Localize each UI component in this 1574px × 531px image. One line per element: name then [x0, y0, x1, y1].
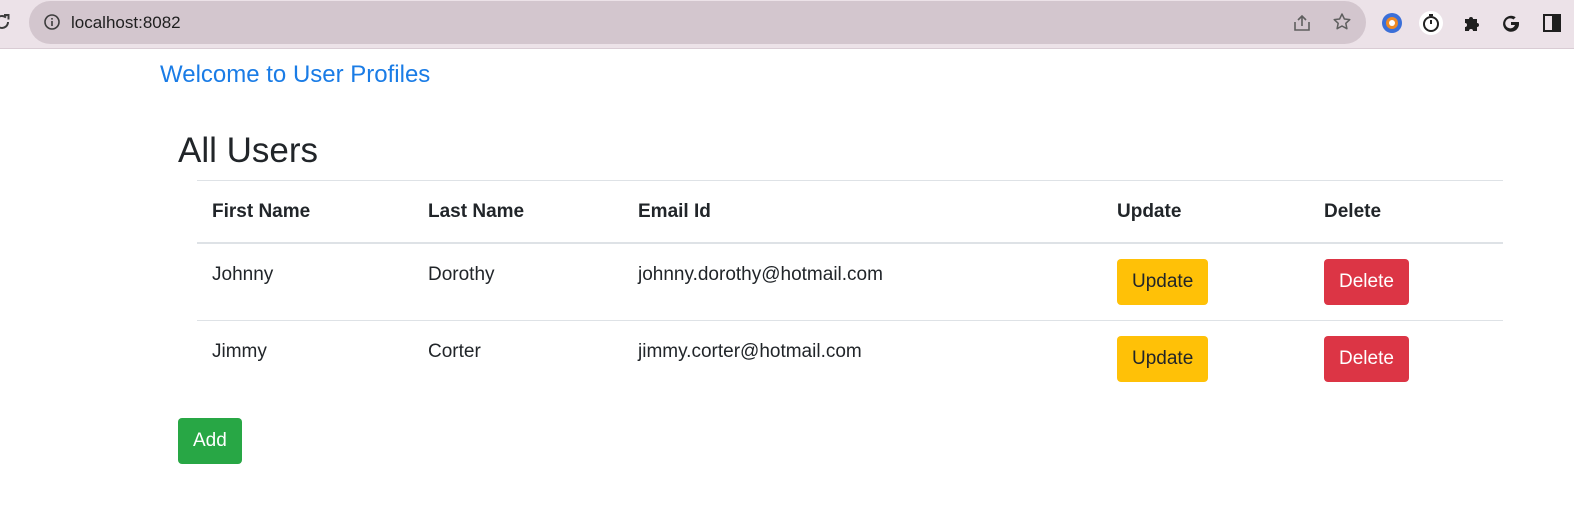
extension-color-icon[interactable]	[1380, 11, 1404, 35]
cell-first-name: Johnny	[212, 264, 274, 285]
table-body: Johnny Dorothy johnny.dorothy@hotmail.co…	[197, 243, 1503, 397]
table-row: Jimmy Corter jimmy.corter@hotmail.com Up…	[197, 320, 1503, 397]
timer-icon[interactable]	[1419, 11, 1443, 35]
header-last-name: Last Name	[428, 200, 525, 222]
header-email: Email Id	[638, 200, 711, 222]
welcome-link[interactable]: Welcome to User Profiles	[160, 60, 430, 90]
delete-button[interactable]: Delete	[1324, 259, 1409, 305]
delete-button[interactable]: Delete	[1324, 335, 1409, 382]
star-icon[interactable]	[1332, 12, 1352, 32]
header-delete: Delete	[1324, 200, 1382, 222]
header-first-name: First Name	[212, 200, 311, 222]
page-title: All Users	[178, 131, 319, 170]
info-icon[interactable]	[43, 13, 61, 31]
address-bar[interactable]: localhost:8082	[29, 1, 1366, 44]
cell-first-name: Jimmy	[212, 340, 267, 362]
share-icon[interactable]	[1292, 13, 1312, 33]
cell-update: Update	[1102, 243, 1309, 320]
add-button[interactable]: Add	[178, 418, 242, 464]
puzzle-icon[interactable]	[1460, 11, 1484, 35]
reload-icon[interactable]	[0, 12, 12, 32]
sidebar-icon[interactable]	[1540, 11, 1564, 35]
cell-delete: Delete	[1309, 320, 1503, 397]
table-header-row: First Name Last Name Email Id Update Del…	[197, 180, 1503, 243]
url-text[interactable]: localhost:8082	[71, 13, 181, 33]
google-icon[interactable]	[1499, 11, 1523, 35]
cell-email: johnny.dorothy@hotmail.com	[638, 264, 883, 285]
update-button[interactable]: Update	[1117, 259, 1209, 305]
table-row: Johnny Dorothy johnny.dorothy@hotmail.co…	[197, 243, 1503, 320]
cell-last-name: Corter	[428, 340, 481, 362]
cell-update: Update	[1102, 320, 1309, 397]
cell-email: jimmy.corter@hotmail.com	[638, 340, 862, 362]
update-button[interactable]: Update	[1117, 335, 1209, 382]
users-table: First Name Last Name Email Id Update Del…	[197, 180, 1503, 397]
table-header: First Name Last Name Email Id Update Del…	[197, 180, 1503, 243]
browser-toolbar: localhost:8082	[0, 0, 1574, 49]
header-update: Update	[1117, 200, 1182, 222]
cell-last-name: Dorothy	[428, 264, 495, 285]
cell-delete: Delete	[1309, 243, 1503, 320]
